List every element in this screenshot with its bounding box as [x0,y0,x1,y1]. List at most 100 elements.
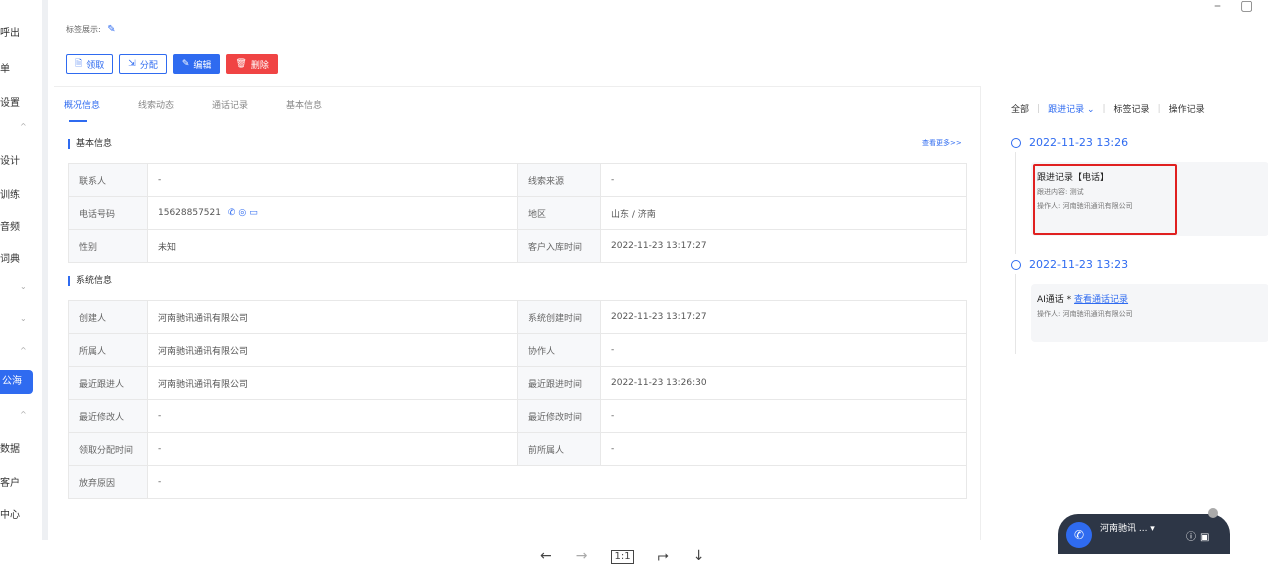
maximize-icon[interactable]: ▢ [1240,0,1253,14]
chevron-down-icon[interactable]: ⌄ [20,282,27,291]
tab-basic-info[interactable]: 基本信息 [286,98,322,111]
sidebar-item[interactable]: 设计 [0,152,20,167]
arrow-left-icon[interactable]: ← [540,548,552,564]
minimize-icon[interactable]: – [1214,0,1221,14]
activity-panel: 全部 | 跟进记录 ⌄ | 标签记录 | 操作记录 2022-11-23 13:… [980,86,1268,540]
field-value: 2022-11-23 13:26:30 [600,366,967,400]
info-icon[interactable]: ⓘ [1186,532,1200,543]
field-label: 客户入库时间 [517,229,601,263]
actual-size-icon[interactable]: 1:1 [611,550,634,564]
field-value: 河南驰讯通讯有限公司 [147,333,518,367]
sidebar-item[interactable]: 设置 [0,94,20,109]
field-label: 地区 [517,196,601,230]
sidebar-item[interactable]: 单 [0,60,10,75]
ai-call-icon[interactable]: ◎ [238,208,249,218]
separator: | [1037,103,1041,114]
edit-button[interactable]: ✎ 编辑 [172,54,221,74]
sms-icon[interactable]: ▭ [249,208,261,218]
tag-row: 标签展示: ✎ [66,24,116,35]
rotate-icon[interactable]: ⮣ [658,548,669,564]
tab-overview[interactable]: 概况信息 [64,98,100,122]
call-icon[interactable]: ✆ [228,208,239,218]
view-call-record-link[interactable]: 查看通话记录 [1074,295,1128,305]
chevron-up-icon[interactable]: ^ [20,410,27,419]
chevron-up-icon[interactable]: ^ [20,122,27,131]
table-row: 联系人 - 线索来源 - [68,163,967,197]
field-label: 最近修改人 [68,399,148,433]
chevron-down-icon[interactable]: ⌄ [20,314,27,323]
call-widget[interactable]: ✆ 河南驰讯 ... ▾ ⓘ▣ [1058,514,1230,554]
field-value: - [600,432,967,466]
field-value: - [600,333,967,367]
field-value: - [147,163,518,197]
timeline-time: 2022-11-23 13:26 [1029,136,1129,149]
close-widget-icon[interactable] [1208,508,1218,518]
filter-follow-label: 跟进记录 [1048,105,1085,115]
assign-icon: ⇲ [128,59,136,69]
sidebar-item[interactable]: 训练 [0,186,20,201]
action-toolbar: 🗎 领取 ⇲ 分配 ✎ 编辑 🗑 删除 [66,54,278,74]
filter-all[interactable]: 全部 [1011,102,1029,115]
chevron-up-icon[interactable]: ^ [20,346,27,355]
phone-number: 15628857521 [158,208,221,218]
call-widget-icons: ⓘ▣ [1186,528,1213,543]
sidebar-item[interactable]: 呼出 [0,24,20,39]
claim-icon: 🗎 [75,59,83,69]
delete-button[interactable]: 🗑 删除 [226,54,278,74]
field-value: - [600,163,967,197]
table-row: 创建人 河南驰讯通讯有限公司 系统创建时间 2022-11-23 13:17:2… [68,300,967,334]
field-label: 系统创建时间 [517,300,601,334]
table-row: 所属人 河南驰讯通讯有限公司 协作人 - [68,333,967,367]
phone-cell: 15628857521 ✆◎▭ [147,196,518,230]
sidebar-item[interactable]: 音频 [0,218,20,233]
field-value: 河南驰讯通讯有限公司 [147,366,518,400]
field-value: 山东 / 济南 [600,196,967,230]
assign-button[interactable]: ⇲ 分配 [119,54,167,74]
main-content: 标签展示: ✎ 🗎 领取 ⇲ 分配 ✎ 编辑 🗑 删除 概况信息 线索动态 通话… [54,0,980,540]
field-value: - [147,399,518,433]
filter-operation-records[interactable]: 操作记录 [1169,102,1205,115]
filter-tag-records[interactable]: 标签记录 [1114,102,1150,115]
table-row: 最近跟进人 河南驰讯通讯有限公司 最近跟进时间 2022-11-23 13:26… [68,366,967,400]
tab-call-records[interactable]: 通话记录 [212,98,248,111]
call-account-name[interactable]: 河南驰讯 ... ▾ [1100,521,1155,534]
timeline-card: AI通话 * 查看通话记录 操作人: 河南驰讯通讯有限公司 [1031,284,1268,342]
sidebar-item[interactable]: 客户 [0,474,20,489]
sidebar-item[interactable]: 词典 [0,250,20,265]
delete-label: 删除 [250,60,269,71]
field-label: 前所属人 [517,432,601,466]
view-more-link[interactable]: 查看更多>> [922,138,962,148]
field-label: 电话号码 [68,196,148,230]
sidebar-item[interactable]: 数据 [0,440,20,455]
minimize-widget-icon[interactable]: ▣ [1200,532,1213,543]
basic-info-title: 基本信息 [68,139,112,149]
tab-lead-activity[interactable]: 线索动态 [138,98,174,111]
sidebar-item[interactable]: 中心 [0,506,20,521]
field-value: - [147,465,967,499]
record-filter: 全部 | 跟进记录 ⌄ | 标签记录 | 操作记录 [1011,102,1205,116]
download-icon[interactable]: ↓ [693,548,705,564]
claim-button[interactable]: 🗎 领取 [66,54,114,74]
edit-tag-icon[interactable]: ✎ [107,24,115,35]
sidebar-item-public-pool[interactable]: 公海 [0,370,33,394]
trash-icon: 🗑 [235,59,247,69]
field-value: 2022-11-23 13:17:27 [600,229,967,263]
field-label: 协作人 [517,333,601,367]
phone-icon[interactable]: ✆ [1066,522,1092,548]
system-info-title: 系统信息 [68,276,112,286]
highlight-box [1033,164,1177,235]
filter-follow-records[interactable]: 跟进记录 ⌄ [1048,102,1094,115]
tab-bar: 概况信息 线索动态 通话记录 基本信息 [64,98,322,122]
field-value: - [147,432,518,466]
table-row: 性别 未知 客户入库时间 2022-11-23 13:17:27 [68,229,967,263]
timeline-dot [1011,260,1021,270]
record-title: AI通话 * 查看通话记录 [1037,292,1263,305]
phone-icons: ✆◎▭ [228,208,261,218]
timeline-time: 2022-11-23 13:23 [1029,258,1129,271]
field-label: 放弃原因 [68,465,148,499]
field-label: 最近跟进时间 [517,366,601,400]
claim-label: 领取 [86,60,105,71]
field-label: 联系人 [68,163,148,197]
separator: | [1102,103,1106,114]
arrow-right-icon[interactable]: → [576,548,588,564]
